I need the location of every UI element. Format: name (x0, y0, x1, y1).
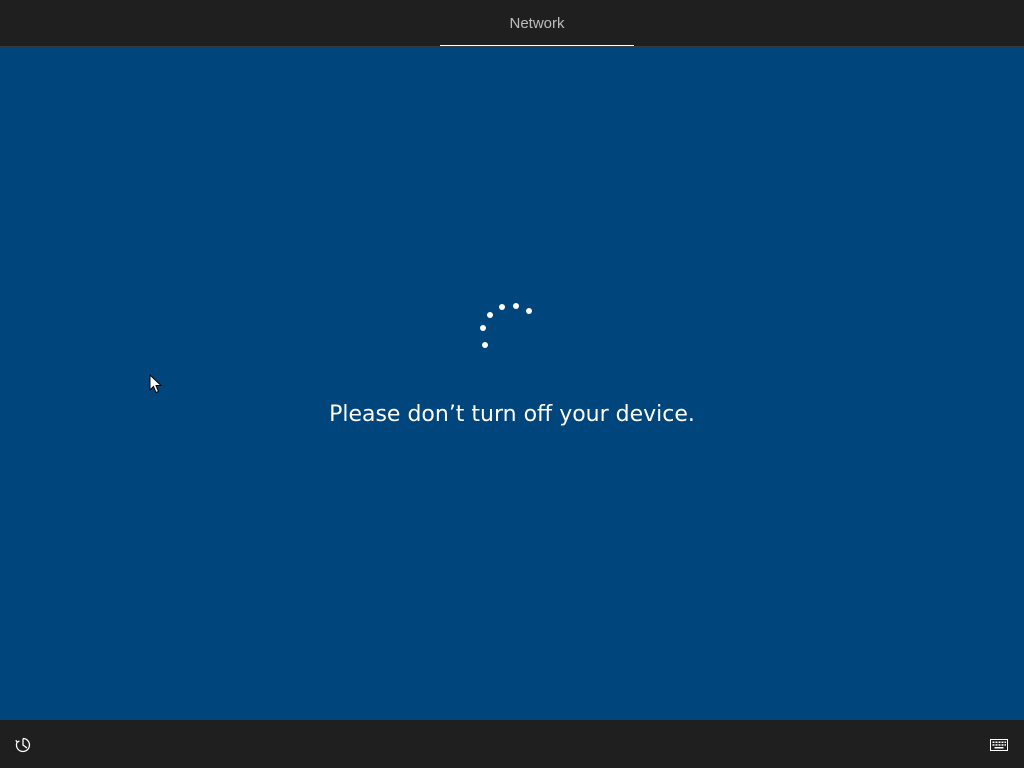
tab-network-label: Network (509, 14, 565, 32)
top-bar: Network (0, 0, 1024, 47)
spinner-dot (482, 342, 488, 348)
spinner-dot (480, 325, 486, 331)
loading-spinner (478, 303, 538, 353)
keyboard-icon (990, 739, 1008, 751)
ease-of-access-icon (15, 737, 31, 753)
spinner-dot (499, 304, 505, 310)
spinner-dot (513, 303, 519, 309)
tab-network: Network (440, 0, 634, 47)
spinner-dot (487, 312, 493, 318)
keyboard-button[interactable] (988, 734, 1010, 756)
bottom-bar (0, 720, 1024, 768)
ease-of-access-button[interactable] (12, 734, 34, 756)
mouse-cursor-icon (149, 374, 163, 394)
status-message: Please don’t turn off your device. (329, 402, 695, 427)
main-panel: Please don’t turn off your device. (0, 47, 1024, 720)
spinner-dot (526, 308, 532, 314)
